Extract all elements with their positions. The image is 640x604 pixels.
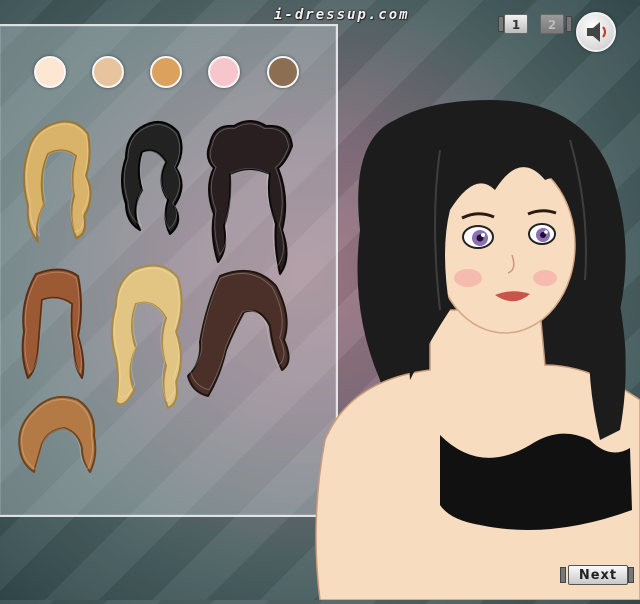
hairstyle-thumbnail <box>21 268 85 379</box>
hairstyle-auburn-straight-long[interactable] <box>12 266 92 386</box>
skin-tone-swatch-porcelain[interactable] <box>34 56 66 88</box>
hairstyle-brunette-side-swept[interactable] <box>180 266 296 402</box>
character-figure <box>315 100 640 601</box>
skin-tone-swatch-light-beige[interactable] <box>92 56 124 88</box>
hairstyle-thumbnail <box>121 121 183 235</box>
game-stage: i-dressup.com 1 2 Next <box>0 0 640 601</box>
sound-toggle-button[interactable] <box>576 12 616 52</box>
page-bar-right-cap <box>566 16 572 32</box>
skin-tone-swatch-pink[interactable] <box>208 56 240 88</box>
next-left-cap <box>560 567 566 583</box>
next-button[interactable]: Next <box>568 565 628 585</box>
skin-tone-swatch-tan[interactable] <box>150 56 182 88</box>
character-model <box>290 80 640 604</box>
next-right-cap <box>628 567 634 583</box>
hairstyle-caramel-short-bob[interactable] <box>12 392 104 480</box>
site-title: i-dressup.com <box>274 7 410 23</box>
speaker-icon <box>587 22 606 42</box>
hairstyle-thumbnail <box>18 396 97 473</box>
hairstyle-thumbnail <box>23 120 92 243</box>
hairstyle-thumbnail <box>187 269 290 397</box>
hairstyle-thumbnail <box>111 264 183 409</box>
next-controls: Next <box>558 565 638 587</box>
hairstyle-blonde-curly-bangs[interactable] <box>18 116 102 246</box>
hairstyle-thumbnail <box>206 120 293 275</box>
page-1-button[interactable]: 1 <box>504 14 528 34</box>
hairstyle-blonde-ringlets[interactable] <box>104 262 190 412</box>
hairstyle-black-braided-updo[interactable] <box>200 118 300 278</box>
page-2-button[interactable]: 2 <box>540 14 564 34</box>
hairstyle-black-wavy-long[interactable] <box>112 118 196 248</box>
